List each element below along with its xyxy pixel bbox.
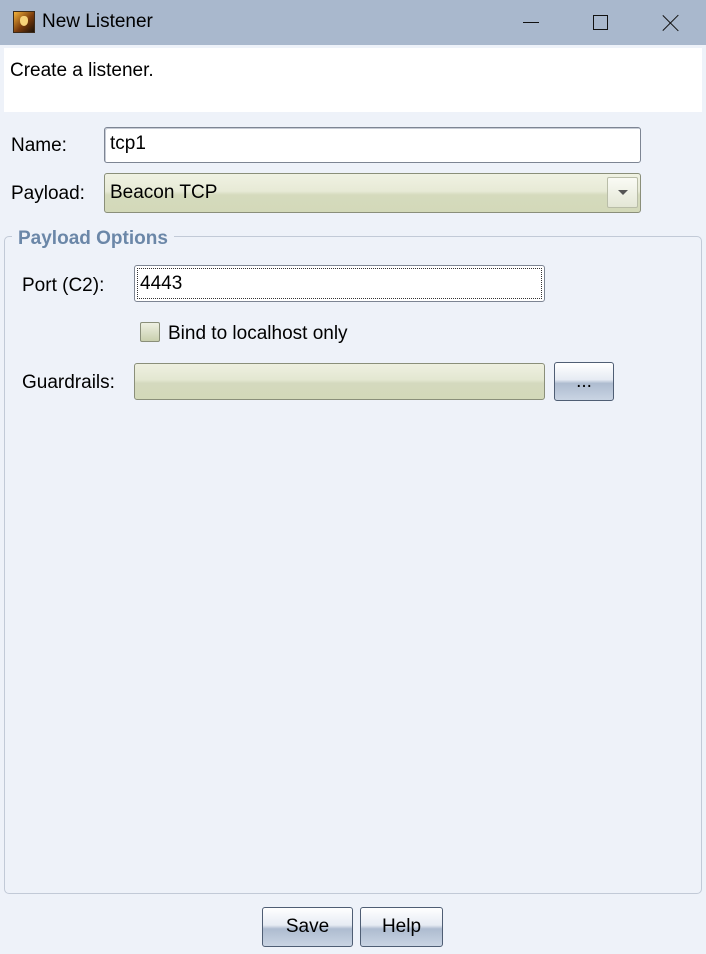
maximize-icon — [592, 15, 608, 30]
title-bar: New Listener — [0, 0, 706, 45]
port-input[interactable]: 4443 — [134, 265, 545, 302]
close-button[interactable] — [636, 0, 706, 45]
maximize-button[interactable] — [565, 0, 635, 45]
payload-select-value: Beacon TCP — [110, 182, 218, 203]
bind-localhost-label: Bind to localhost only — [168, 323, 348, 344]
payload-options-title: Payload Options — [12, 228, 174, 250]
payload-dropdown-button[interactable] — [607, 177, 638, 208]
payload-label: Payload: — [11, 183, 85, 204]
guardrails-label: Guardrails: — [22, 372, 115, 393]
window-title: New Listener — [42, 11, 153, 32]
name-label: Name: — [11, 135, 67, 156]
payload-options-group — [4, 236, 702, 894]
bind-localhost-checkbox[interactable] — [140, 322, 160, 342]
name-input[interactable]: tcp1 — [104, 127, 641, 163]
chevron-down-icon — [617, 190, 628, 195]
port-input-value: 4443 — [137, 268, 542, 299]
help-button[interactable]: Help — [360, 907, 443, 947]
close-icon — [662, 14, 680, 32]
app-icon — [13, 11, 35, 33]
port-label: Port (C2): — [22, 275, 105, 296]
description-panel: Create a listener. — [4, 48, 702, 112]
save-button[interactable]: Save — [262, 907, 353, 947]
minimize-icon — [523, 22, 539, 23]
guardrails-browse-button[interactable]: ... — [554, 362, 614, 401]
minimize-button[interactable] — [496, 0, 566, 45]
description-text: Create a listener. — [10, 60, 154, 81]
guardrails-field[interactable] — [134, 363, 545, 400]
payload-select[interactable]: Beacon TCP — [104, 173, 641, 213]
